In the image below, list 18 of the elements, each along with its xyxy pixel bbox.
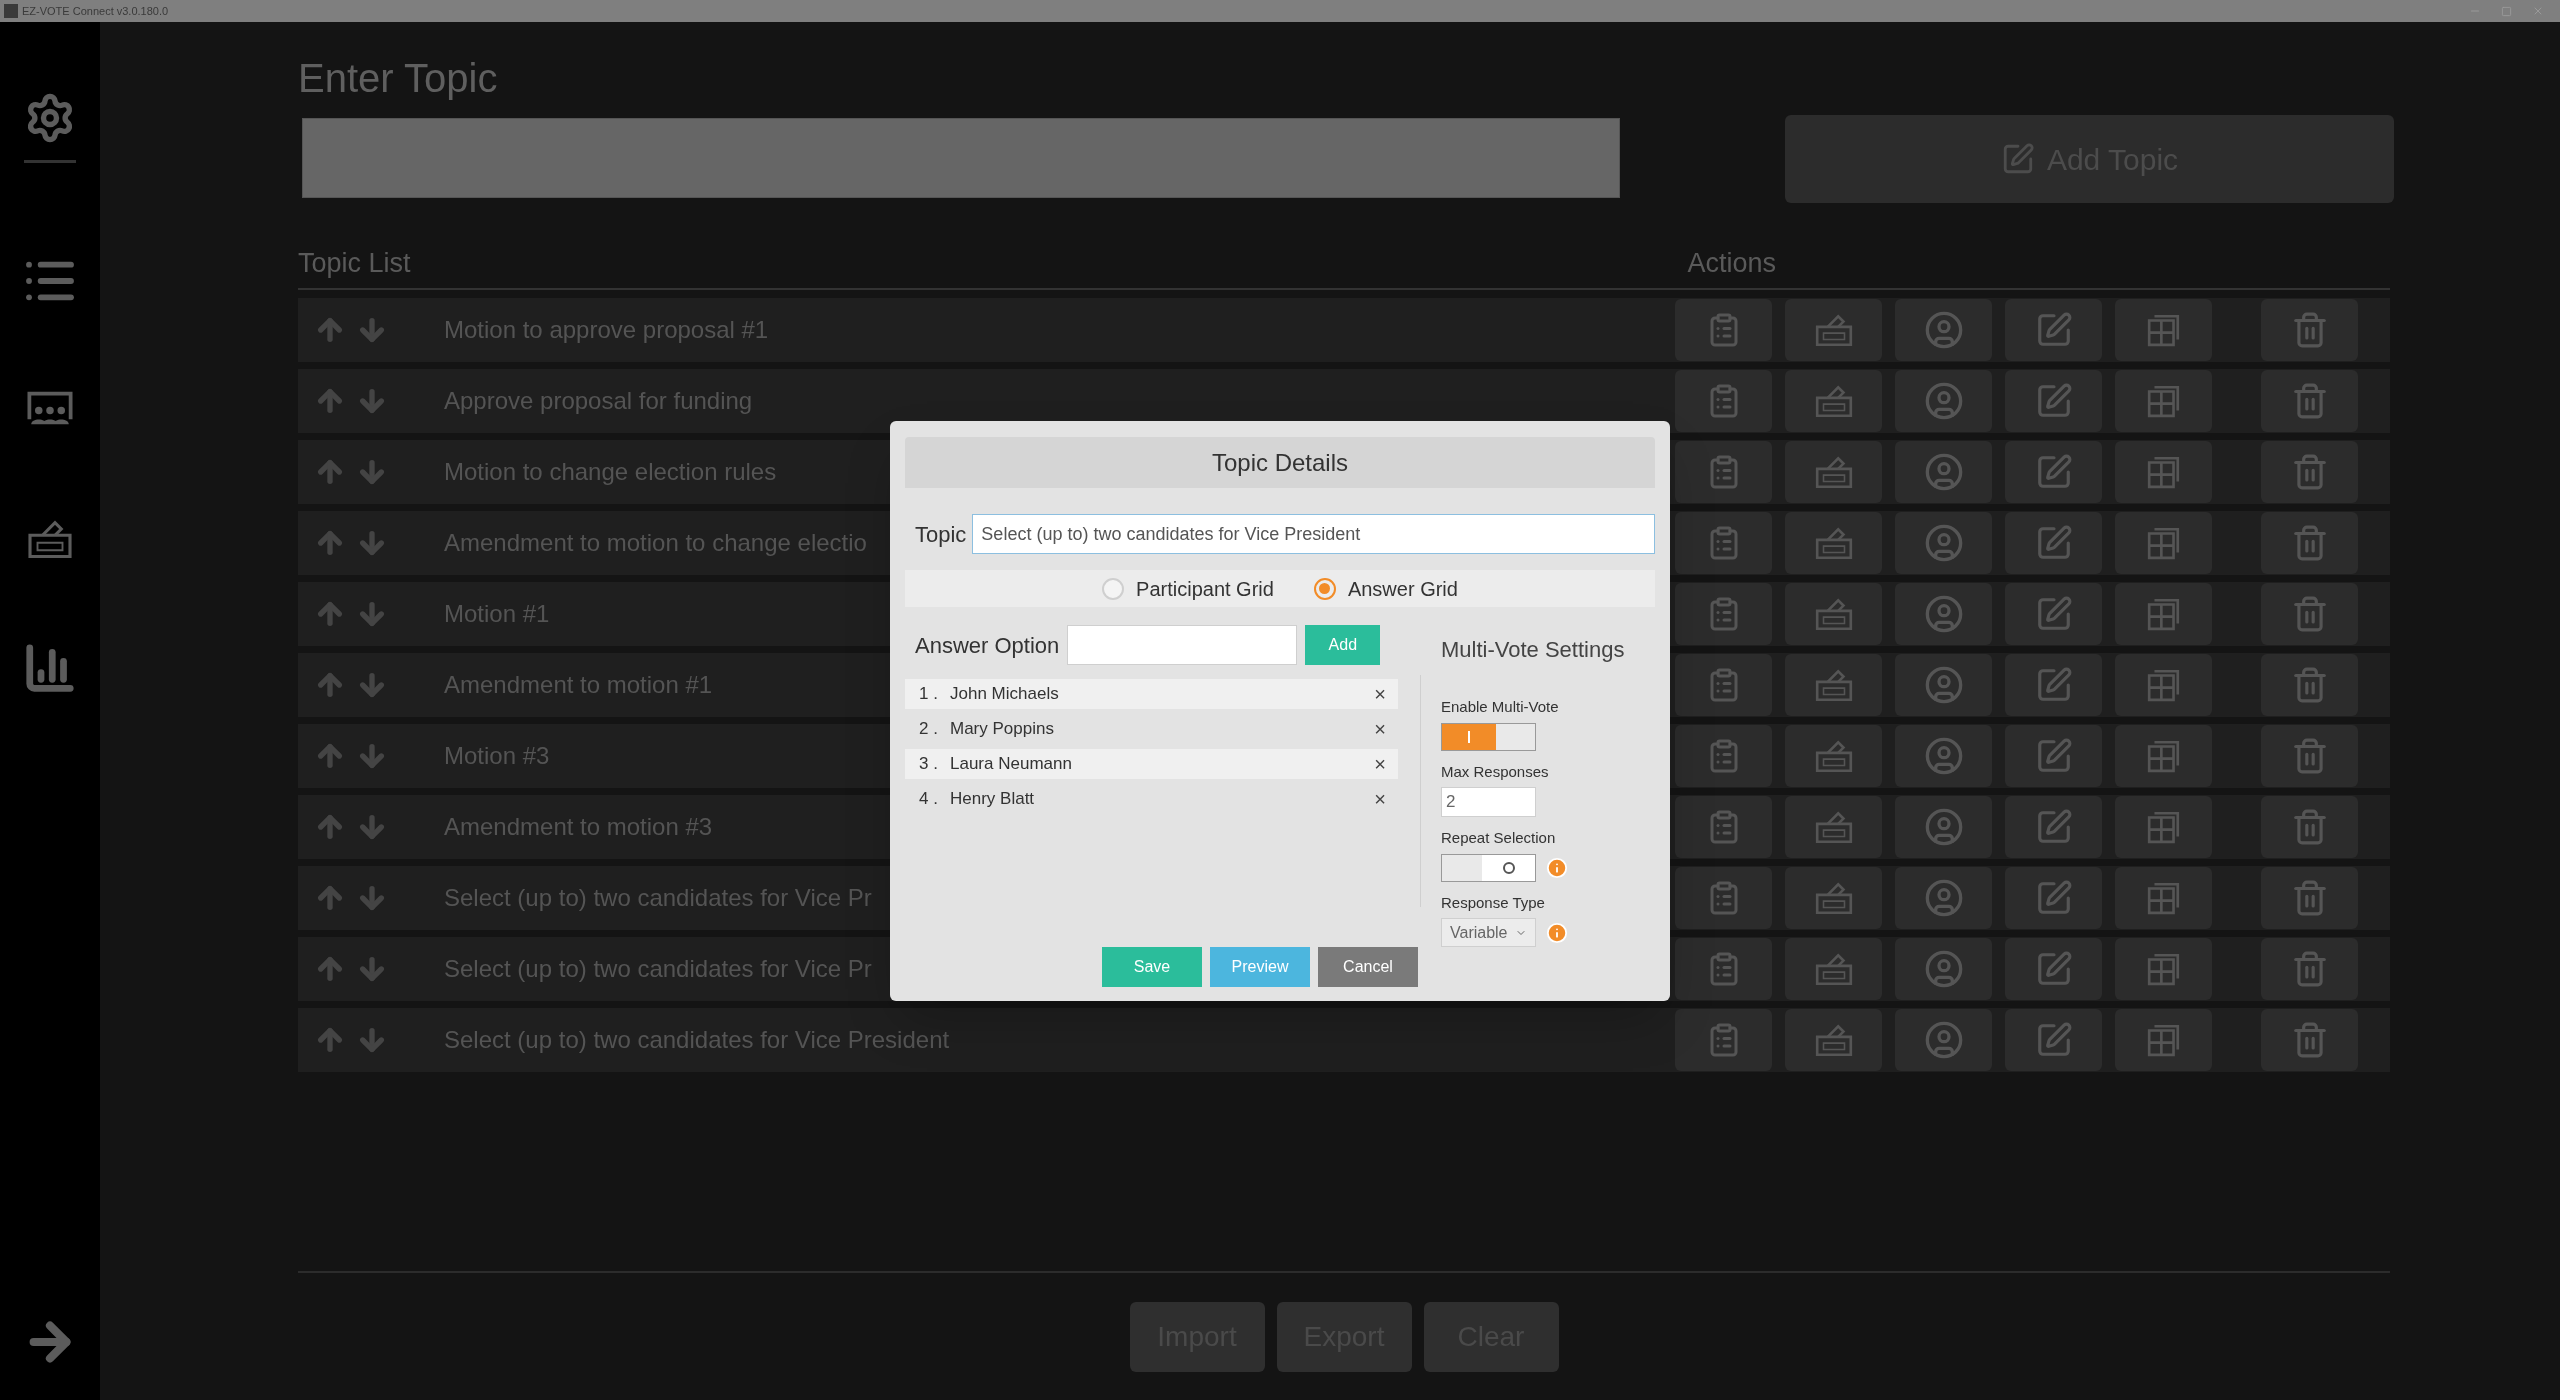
section-heading: Enter Topic <box>298 58 499 98</box>
radio-label: Answer Grid <box>1347 576 1458 602</box>
answer-number: 3 . <box>919 753 939 776</box>
answer-name: John Michaels <box>950 683 1059 706</box>
answer-number: 1 . <box>919 683 939 706</box>
topic-list-heading: Topic List <box>298 247 411 280</box>
max-responses-label: Max Responses <box>1441 761 1550 782</box>
answer-name: Henry Blatt <box>950 788 1035 811</box>
answer-name: Laura Neumann <box>950 753 1072 776</box>
window-title: EZ-VOTE Connect v3.0.180.0 <box>22 3 169 19</box>
answer-number: 4 . <box>919 788 939 811</box>
response-type-label: Response Type <box>1441 892 1546 913</box>
radio-label: Participant Grid <box>1136 576 1274 602</box>
repeat-selection-label: Repeat Selection <box>1441 828 1557 848</box>
enable-multi-vote-label: Enable Multi-Vote <box>1441 697 1560 717</box>
dialog-title: Topic Details <box>1211 447 1349 478</box>
topic-label: Topic <box>915 520 967 549</box>
actions-heading: Actions <box>1687 247 1777 280</box>
